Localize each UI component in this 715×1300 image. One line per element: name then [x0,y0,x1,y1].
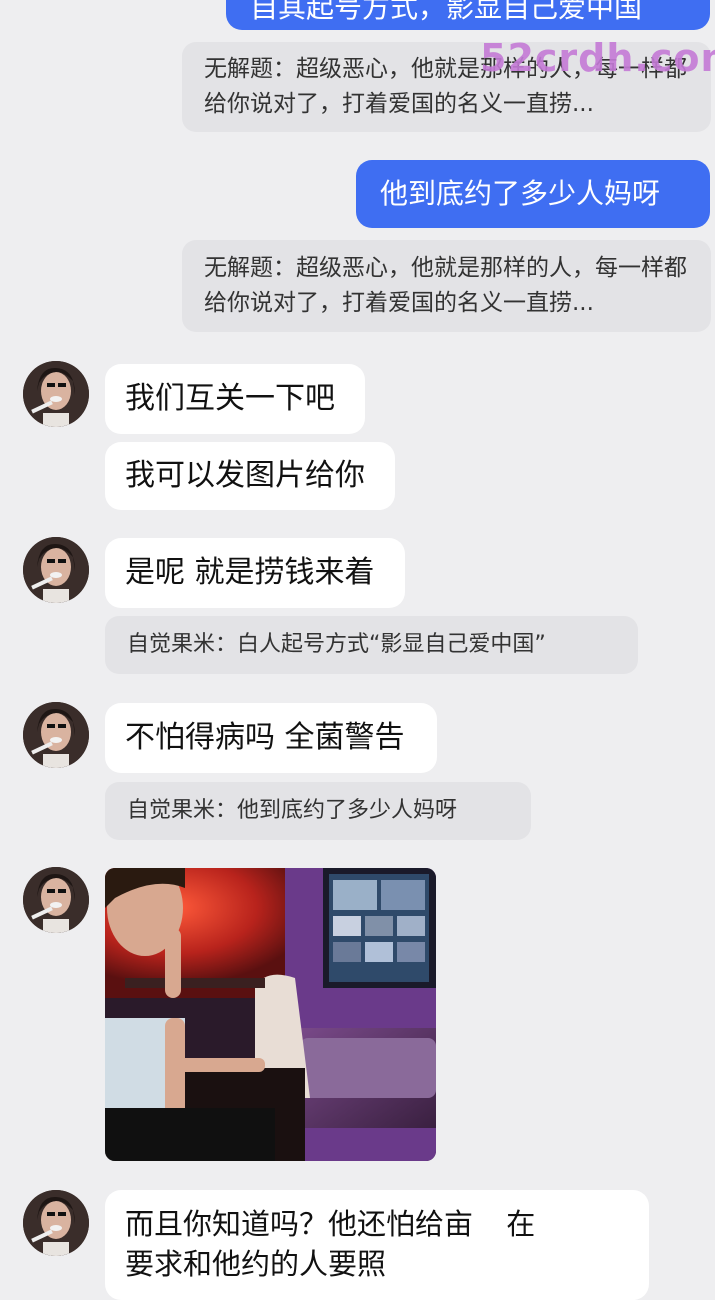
avatar[interactable] [23,702,89,768]
received-text-1: 我们互关一下吧 [125,381,335,416]
sent-bubble-1[interactable]: 他到底约了多少人妈呀 [356,160,710,228]
received-bubble-2[interactable]: 我可以发图片给你 [105,442,395,510]
avatar[interactable] [23,867,89,933]
quote-text-2: 无解题：超级恶心，他就是那样的人，每一样都给你说对了，打着爱国的名义一直捞... [204,255,687,316]
quote-bubble-2[interactable]: 无解题：超级恶心，他就是那样的人，每一样都给你说对了，打着爱国的名义一直捞... [182,240,711,332]
avatar[interactable] [23,361,89,427]
avatar[interactable] [23,1190,89,1256]
received-text-5-line1: 而且你知道吗？他还怕给亩 在 [125,1207,536,1241]
received-bubble-3[interactable]: 是呢 就是捞钱来着 [105,538,405,608]
received-bubble-5[interactable]: 而且你知道吗？他还怕给亩 在 要求和他约的人要照 [105,1190,649,1300]
sent-text-1: 他到底约了多少人妈呀 [380,177,661,210]
quote-bubble-3[interactable]: 自觉果米：白人起号方式“影显自己爱中国” [105,616,638,674]
sent-text-top: 自其起号方式，影显自己爱中国 [250,0,643,24]
received-bubble-1[interactable]: 我们互关一下吧 [105,364,365,434]
received-text-3: 是呢 就是捞钱来着 [125,555,375,590]
quote-text-3: 自觉果米：白人起号方式“影显自己爱中国” [127,632,546,657]
avatar[interactable] [23,537,89,603]
sent-bubble-top[interactable]: 自其起号方式，影显自己爱中国 [226,0,710,30]
received-text-2: 我可以发图片给你 [125,458,365,493]
received-text-4: 不怕得病吗 全菌警告 [125,720,405,755]
received-bubble-4[interactable]: 不怕得病吗 全菌警告 [105,703,437,773]
received-text-5-line2: 要求和他约的人要照 [125,1247,387,1281]
quote-bubble-4[interactable]: 自觉果米：他到底约了多少人妈呀 [105,782,531,840]
image-message[interactable] [105,868,436,1161]
watermark-logo: 52crdh.com [480,36,715,80]
quote-text-4: 自觉果米：他到底约了多少人妈呀 [127,798,458,823]
